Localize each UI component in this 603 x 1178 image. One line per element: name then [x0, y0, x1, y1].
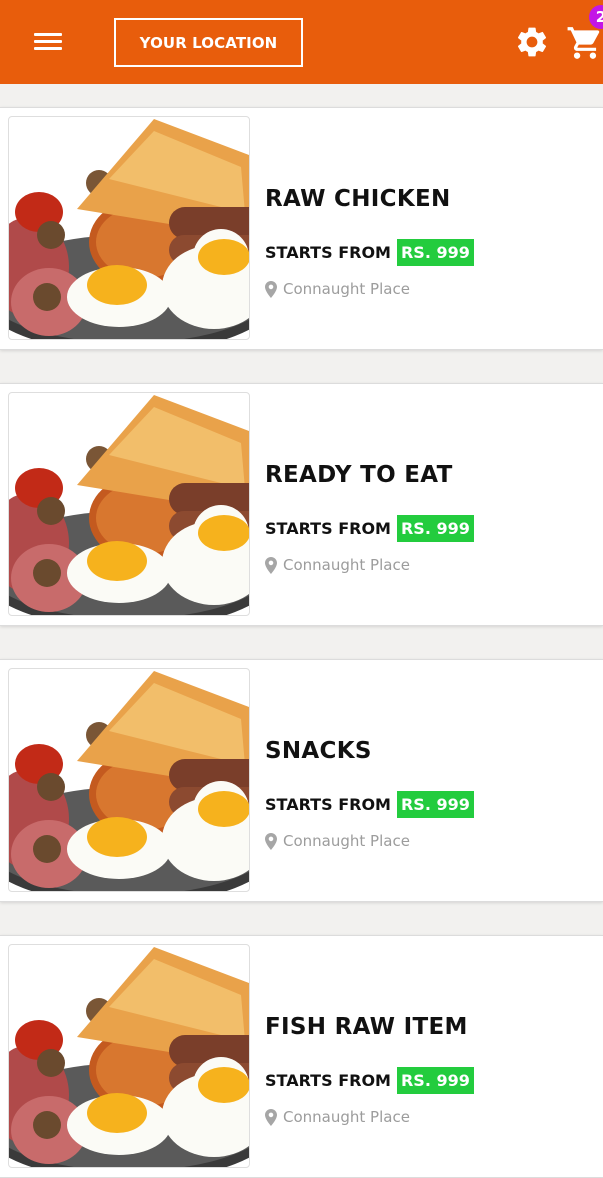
gear-icon[interactable]: [514, 24, 550, 60]
location-row: Connaught Place: [265, 280, 410, 298]
list-item[interactable]: READY TO EAT STARTS FROM RS. 999 Connaug…: [0, 383, 603, 626]
food-image: [8, 668, 250, 892]
price-badge: RS. 999: [396, 790, 474, 818]
map-pin-icon: [265, 280, 277, 298]
map-pin-icon: [265, 1108, 277, 1126]
price-badge: RS. 999: [396, 238, 474, 266]
shopping-cart-icon[interactable]: [566, 24, 603, 62]
price-row: STARTS FROM RS. 999: [265, 514, 474, 542]
location-text: Connaught Place: [283, 832, 410, 850]
food-image: [8, 944, 250, 1168]
price-badge: RS. 999: [396, 1066, 474, 1094]
location-row: Connaught Place: [265, 1108, 410, 1126]
starts-from-label: STARTS FROM: [265, 794, 391, 814]
food-image: [8, 392, 250, 616]
price-row: STARTS FROM RS. 999: [265, 790, 474, 818]
price-badge: RS. 999: [396, 514, 474, 542]
location-row: Connaught Place: [265, 832, 410, 850]
list-item[interactable]: RAW CHICKEN STARTS FROM RS. 999 Connaugh…: [0, 107, 603, 350]
category-title: SNACKS: [265, 738, 372, 764]
list-item[interactable]: SNACKS STARTS FROM RS. 999 Connaught Pla…: [0, 659, 603, 902]
food-image: [8, 116, 250, 340]
app-bar: YOUR LOCATION 2: [0, 0, 603, 84]
price-row: STARTS FROM RS. 999: [265, 238, 474, 266]
location-text: Connaught Place: [283, 1108, 410, 1126]
your-location-button[interactable]: YOUR LOCATION: [114, 18, 303, 67]
price-row: STARTS FROM RS. 999: [265, 1066, 474, 1094]
hamburger-menu-icon[interactable]: [34, 30, 63, 54]
map-pin-icon: [265, 832, 277, 850]
category-title: READY TO EAT: [265, 462, 453, 488]
starts-from-label: STARTS FROM: [265, 518, 391, 538]
location-row: Connaught Place: [265, 556, 410, 574]
map-pin-icon: [265, 556, 277, 574]
category-title: FISH RAW ITEM: [265, 1014, 468, 1040]
category-title: RAW CHICKEN: [265, 186, 451, 212]
location-text: Connaught Place: [283, 556, 410, 574]
starts-from-label: STARTS FROM: [265, 1070, 391, 1090]
location-text: Connaught Place: [283, 280, 410, 298]
starts-from-label: STARTS FROM: [265, 242, 391, 262]
list-item[interactable]: FISH RAW ITEM STARTS FROM RS. 999 Connau…: [0, 935, 603, 1178]
